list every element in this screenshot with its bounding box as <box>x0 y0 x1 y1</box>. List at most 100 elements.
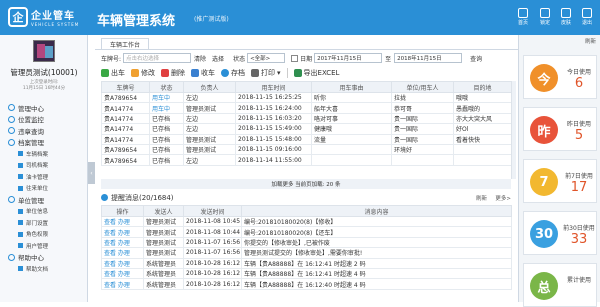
sidebar-item-label: 往来单位 <box>26 186 49 193</box>
sidebar-item-6[interactable]: 油卡管理 <box>0 171 88 183</box>
avatar[interactable] <box>33 40 55 62</box>
table-cell: 管理员测试 <box>143 247 184 259</box>
archive-button[interactable]: 存档 <box>221 68 245 78</box>
stat-card[interactable]: 30 前30日使用 33 <box>523 211 597 255</box>
table-cell <box>391 154 454 166</box>
sidebar-item-1[interactable]: 位置监控 <box>0 114 88 126</box>
clear-link[interactable]: 清除 <box>194 54 206 63</box>
message-row[interactable]: 查看 办理 系统管理员 2018-10-28 16:12 车辆【贵A88888】在 1… <box>101 278 512 290</box>
stat-card[interactable]: 昨 昨日使用 5 <box>523 107 597 151</box>
message-row[interactable]: 查看 办理 管理员测试 2018-11-08 10:44 编号:20181018002… <box>101 226 512 238</box>
table-row[interactable]: 贵A789654 已存档 左边 2018-11-14 11:55:00 <box>101 154 512 166</box>
logout-icon <box>582 8 592 18</box>
stats-refresh-link[interactable]: 刷新 <box>585 37 596 45</box>
table-cell: 系统管理员 <box>143 278 184 290</box>
message-actions[interactable]: 查看 办理 <box>101 247 144 259</box>
export-excel-button[interactable]: 导出EXCEL <box>293 68 339 78</box>
load-more-bar[interactable]: 加载更多 当前页加载: 20 条 <box>101 179 511 189</box>
date-to-input[interactable]: 2018年11月15日 <box>394 53 463 63</box>
square-icon <box>18 231 23 237</box>
table-cell <box>311 143 392 156</box>
edit-button[interactable]: 修改 <box>131 68 155 78</box>
message-actions[interactable]: 查看 办理 <box>101 267 144 280</box>
date-from-input[interactable]: 2017年11月15日 <box>314 53 383 63</box>
table-row[interactable]: 贵A14774 已存档 左边 2018-11-15 16:03:20 咯对可事 贵一国际亦… <box>101 112 512 125</box>
table-row[interactable]: 贵A14774 已存档 管理员测试 2018-11-15 15:48:00 流量 贵一国际… <box>101 133 512 145</box>
table-cell: 2018-10-28 16:12 <box>183 267 242 280</box>
sidebar-item-13[interactable]: 帮助中心 <box>0 252 88 264</box>
table-cell: 左边 <box>183 112 236 125</box>
sidebar-item-3[interactable]: 档案管理 <box>0 137 88 149</box>
sidebar-item-12[interactable]: 用户管理 <box>0 240 88 252</box>
stat-card[interactable]: 7 前7日使用 17 <box>523 159 597 203</box>
status-label: 状态 <box>233 55 246 63</box>
table-cell <box>453 143 512 156</box>
messages-refresh-link[interactable]: 刷新 <box>476 194 487 202</box>
column-header[interactable]: 车牌号 <box>101 81 150 93</box>
home-button[interactable]: 首页 <box>513 8 533 26</box>
table-cell: 健康哦 <box>311 123 392 135</box>
skin-button[interactable]: 皮肤 <box>556 8 576 26</box>
stat-card[interactable]: 今 今日使用 6 <box>523 55 597 99</box>
table-cell: 恭可哥 <box>391 102 454 114</box>
messages-more-link[interactable]: 更多> <box>495 194 511 202</box>
table-row[interactable]: 贵A789654 已存档 管理员测试 2018-11-15 09:16:00 环境好 <box>101 143 512 156</box>
message-actions[interactable]: 查看 办理 <box>101 257 144 269</box>
sidebar-item-4[interactable]: 车辆档案 <box>0 148 88 160</box>
lock-button[interactable]: 锁定 <box>535 8 555 26</box>
stat-value: 5 <box>574 128 584 143</box>
column-header[interactable]: 状态 <box>149 81 184 93</box>
plate-input[interactable]: 点击右边选择 <box>123 53 192 63</box>
date-checkbox[interactable] <box>291 54 299 62</box>
vehicle-table-scrollbar[interactable] <box>511 81 516 179</box>
sidebar-item-label: 单位管理 <box>18 196 44 205</box>
column-header[interactable]: 负责人 <box>183 81 236 93</box>
stat-card[interactable]: 总 累计使用 <box>523 263 597 307</box>
out-button[interactable]: 出车 <box>101 68 125 78</box>
logout-button[interactable]: 退出 <box>577 8 597 26</box>
table-cell: 2018-10-28 16:12 <box>183 278 242 290</box>
sidebar-item-14[interactable]: 帮助文档 <box>0 263 88 275</box>
column-header[interactable]: 用车事由 <box>311 81 392 93</box>
column-header[interactable]: 用车时间 <box>235 81 312 93</box>
message-row[interactable]: 查看 办理 管理员测试 2018-11-07 16:56 你提交的【修收审处】,已被作… <box>101 236 512 249</box>
sidebar-item-2[interactable]: 违章查询 <box>0 125 88 137</box>
table-cell: 编号:201810180020(8)【还车】 <box>241 226 512 238</box>
table-row[interactable]: 贵A789654 用车中 左边 2018-11-15 16:25:25 听你 拉拢 哦哦 <box>101 91 512 104</box>
table-cell: 贵一国际 <box>391 133 454 145</box>
message-actions[interactable]: 查看 办理 <box>101 278 144 290</box>
select-link[interactable]: 选择 <box>212 54 224 63</box>
collapse-sidebar-button[interactable]: ‹ <box>88 162 95 184</box>
message-row[interactable]: 查看 办理 管理员测试 2018-11-07 16:56 管理员测试提交的【修收审处】… <box>101 247 512 259</box>
query-button[interactable]: 查询 <box>470 54 482 63</box>
skin-icon <box>561 8 571 18</box>
sidebar-item-0[interactable]: 管理中心 <box>0 102 88 114</box>
table-row[interactable]: 贵A14774 用车中 管理员测试 2018-11-15 16:24:00 船年大喜 恭可… <box>101 102 512 114</box>
message-row[interactable]: 查看 办理 系统管理员 2018-10-28 16:12 车辆【贵A88888】在 1… <box>101 267 512 280</box>
sidebar-item-8[interactable]: 单位管理 <box>0 194 88 206</box>
column-header[interactable]: 目的地 <box>453 81 512 93</box>
logo-mark: 企 <box>8 7 28 27</box>
message-actions[interactable]: 查看 办理 <box>101 215 144 228</box>
table-row[interactable]: 贵A14774 已存档 左边 2018-11-15 15:49:00 健康哦 贵一国际 好O… <box>101 123 512 135</box>
message-row[interactable]: 查看 办理 管理员测试 2018-11-08 10:45 编号:20181018002… <box>101 215 512 228</box>
table-cell: 2018-11-15 16:03:20 <box>235 112 312 125</box>
print-button[interactable]: 打印 ▾ <box>251 68 281 78</box>
table-cell: 贵A14774 <box>101 112 150 125</box>
status-select[interactable]: <全部> <box>247 53 286 63</box>
column-header[interactable]: 单位/用车人 <box>391 81 454 93</box>
sidebar-item-5[interactable]: 司机档案 <box>0 160 88 172</box>
tab-vehicle-workbench[interactable]: 车辆工作台 <box>101 38 149 49</box>
table-cell <box>453 154 512 166</box>
delete-button[interactable]: 删除 <box>161 68 185 78</box>
sidebar-item-7[interactable]: 往来单位 <box>0 183 88 195</box>
sidebar-item-10[interactable]: 部门设置 <box>0 217 88 229</box>
circle-icon <box>8 127 15 135</box>
message-actions[interactable]: 查看 办理 <box>101 226 144 238</box>
message-actions[interactable]: 查看 办理 <box>101 236 144 249</box>
sidebar-item-11[interactable]: 角色权限 <box>0 229 88 241</box>
return-button[interactable]: 收车 <box>191 68 215 78</box>
message-row[interactable]: 查看 办理 系统管理员 2018-10-28 16:12 车辆【贵A88888】在 1… <box>101 257 512 269</box>
sidebar-item-9[interactable]: 单位信息 <box>0 206 88 218</box>
table-cell: 愚蠢哦的 <box>453 102 512 114</box>
